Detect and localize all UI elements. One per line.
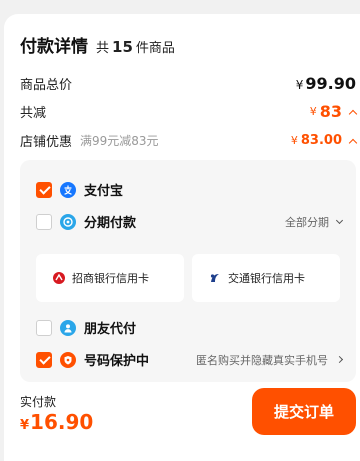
privacy-checkbox[interactable] bbox=[36, 351, 52, 368]
item-count: 共 15 件商品 bbox=[96, 37, 175, 56]
item-count-prefix: 共 bbox=[96, 41, 110, 56]
payment-methods-panel: 支付宝 分期付款 全部分期 招商银行信用卡 交通银行信用卡 朋友代付 号码保护中… bbox=[20, 160, 356, 382]
bank-card-label: 交通银行信用卡 bbox=[228, 272, 305, 285]
total-price-label: 商品总价 bbox=[20, 78, 73, 93]
chevron-right-icon bbox=[335, 355, 344, 364]
reduce-row[interactable]: 共减 ¥83 bbox=[20, 102, 358, 121]
discount-currency: ¥ bbox=[290, 134, 298, 147]
pay-option-installment[interactable]: 分期付款 全部分期 bbox=[36, 212, 344, 231]
pay-option-privacy[interactable]: 号码保护中 匿名购买并隐藏真实手机号 bbox=[36, 350, 344, 369]
pay-option-alipay[interactable]: 支付宝 bbox=[36, 180, 342, 199]
paid-currency: ¥ bbox=[20, 418, 30, 433]
discount-note: 满99元减83元 bbox=[80, 134, 159, 148]
installment-icon bbox=[60, 213, 76, 230]
chevron-up-icon[interactable] bbox=[348, 138, 358, 147]
item-count-suffix: 件商品 bbox=[135, 41, 175, 56]
friend-pay-label: 朋友代付 bbox=[84, 322, 137, 337]
paid-amount-value: ¥16.90 bbox=[20, 410, 93, 434]
privacy-detail-text: 匿名购买并隐藏真实手机号 bbox=[196, 353, 328, 367]
chevron-up-icon[interactable] bbox=[348, 109, 358, 118]
total-amount: 99.90 bbox=[305, 74, 356, 93]
friend-pay-icon bbox=[60, 319, 76, 336]
total-price-value: ¥99.90 bbox=[296, 74, 356, 93]
bank-card-bocom[interactable]: 交通银行信用卡 bbox=[192, 254, 340, 302]
discount-row: 店铺优惠 满99元减83元 ¥83.00 bbox=[20, 131, 358, 150]
installment-label: 分期付款 bbox=[84, 216, 137, 231]
installment-selector[interactable]: 全部分期 bbox=[285, 214, 344, 230]
friend-pay-checkbox[interactable] bbox=[36, 319, 52, 336]
pay-option-friend[interactable]: 朋友代付 bbox=[36, 318, 342, 337]
total-price-row: 商品总价 ¥99.90 bbox=[20, 74, 356, 93]
discount-value[interactable]: ¥83.00 bbox=[290, 133, 358, 148]
submit-order-button[interactable]: 提交订单 bbox=[252, 388, 356, 435]
reduce-amount: 83 bbox=[319, 102, 342, 121]
bank-card-label: 招商银行信用卡 bbox=[72, 272, 149, 285]
installment-checkbox[interactable] bbox=[36, 213, 52, 230]
reduce-value[interactable]: ¥83 bbox=[309, 102, 358, 121]
shield-icon bbox=[60, 351, 76, 368]
bocom-bank-icon bbox=[210, 274, 219, 282]
privacy-label: 号码保护中 bbox=[84, 354, 150, 369]
order-sheet: 付款详情 共 15 件商品 商品总价 ¥99.90 共减 ¥83 店铺优惠 满99元… bbox=[4, 14, 360, 461]
privacy-detail-link[interactable]: 匿名购买并隐藏真实手机号 bbox=[196, 352, 344, 368]
bank-card-cmb[interactable]: 招商银行信用卡 bbox=[36, 254, 184, 302]
chevron-down-icon bbox=[335, 216, 344, 224]
alipay-icon bbox=[60, 181, 76, 198]
paid-amount-label: 实付款 bbox=[20, 395, 57, 409]
discount-label: 店铺优惠 bbox=[20, 135, 73, 150]
item-count-number: 15 bbox=[112, 38, 133, 56]
alipay-checkbox[interactable] bbox=[36, 181, 52, 198]
cmb-bank-icon bbox=[53, 272, 65, 284]
installment-selector-label: 全部分期 bbox=[285, 215, 329, 229]
reduce-label: 共减 bbox=[20, 106, 47, 121]
discount-amount: 83.00 bbox=[300, 133, 342, 148]
alipay-label: 支付宝 bbox=[84, 184, 124, 199]
discount-label-group: 店铺优惠 满99元减83元 bbox=[20, 131, 159, 150]
page-title: 付款详情 bbox=[20, 37, 88, 57]
paid-amount: 16.90 bbox=[30, 410, 94, 434]
payment-header: 付款详情 共 15 件商品 bbox=[20, 32, 175, 57]
total-currency: ¥ bbox=[295, 78, 304, 92]
reduce-currency: ¥ bbox=[309, 105, 317, 118]
